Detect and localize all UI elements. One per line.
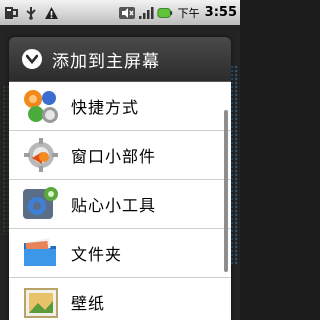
chevron-down-icon [22, 49, 42, 69]
battery-icon [157, 5, 173, 21]
clock: 3:55 [204, 5, 237, 20]
list-item-folder[interactable]: 文件夹 [9, 229, 231, 278]
warning-icon [43, 5, 59, 21]
list-item-shortcuts[interactable]: 快捷方式 [9, 82, 231, 131]
tools-icon [22, 185, 60, 223]
add-to-home-dialog: 添加到主屏幕 快捷方式 窗口小部件 贴心小工具 文件夹 壁纸 [9, 37, 231, 320]
muted-icon [118, 5, 135, 21]
list-item-widgets[interactable]: 窗口小部件 [9, 131, 231, 180]
usb-icon [23, 5, 39, 21]
usb-debug-icon [3, 5, 19, 21]
list-item-label: 文件夹 [71, 245, 123, 264]
background-pattern [230, 65, 238, 265]
shortcut-icon [22, 87, 60, 125]
list-item-tools[interactable]: 贴心小工具 [9, 180, 231, 229]
widget-icon [22, 136, 60, 174]
wallpaper-icon [22, 283, 60, 320]
signal-icon [138, 5, 154, 21]
list-item-label: 窗口小部件 [71, 147, 157, 166]
list-item-label: 贴心小工具 [71, 196, 157, 215]
list-item-label: 快捷方式 [71, 98, 140, 117]
folder-icon [22, 234, 60, 272]
list-item-wallpaper[interactable]: 壁纸 [9, 278, 231, 320]
options-list: 快捷方式 窗口小部件 贴心小工具 文件夹 壁纸 [9, 82, 231, 320]
status-bar: 下午 3:55 [0, 0, 240, 25]
dialog-header: 添加到主屏幕 [9, 37, 231, 82]
scrollbar[interactable] [224, 110, 228, 272]
ampm-label: 下午 [177, 6, 200, 20]
list-item-label: 壁纸 [71, 294, 106, 313]
dialog-title: 添加到主屏幕 [52, 51, 160, 72]
